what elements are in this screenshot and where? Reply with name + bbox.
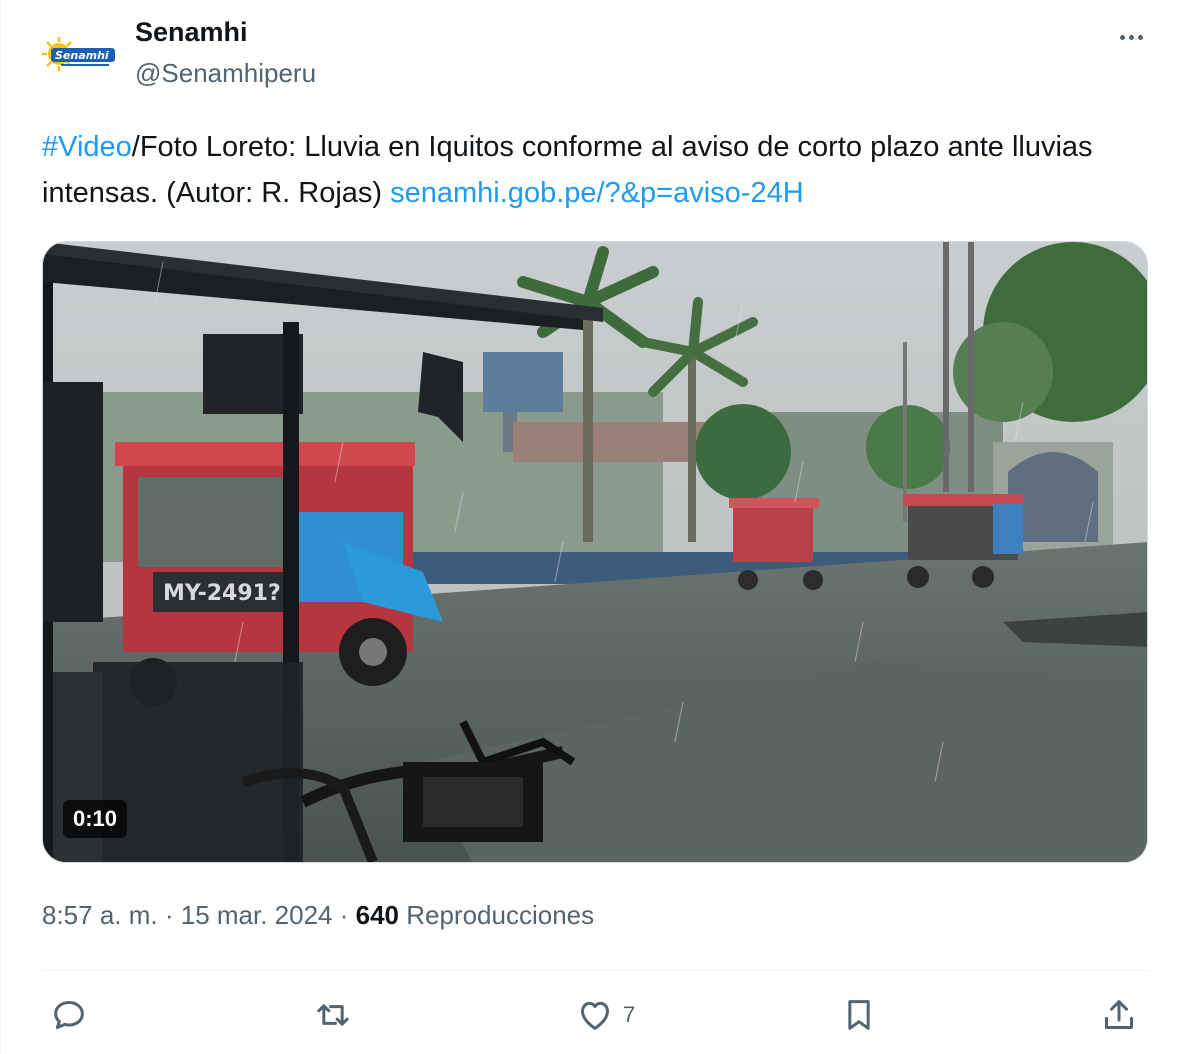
video-player[interactable]: MY-2491? (42, 241, 1148, 863)
video-thumbnail: MY-2491? (43, 242, 1147, 862)
more-dots-icon (1119, 34, 1125, 40)
license-plate: MY-2491? (163, 581, 281, 606)
heart-icon (581, 1001, 609, 1030)
bookmark-button[interactable] (839, 992, 879, 1038)
author-name[interactable]: Senamhi (135, 17, 248, 48)
reply-button[interactable] (49, 992, 89, 1038)
share-button[interactable] (1099, 992, 1139, 1038)
more-dots-icon (1128, 34, 1134, 40)
external-link[interactable]: senamhi.gob.pe/?&p=aviso-24H (390, 177, 804, 209)
avatar[interactable]: Senamhi (41, 34, 117, 78)
like-button[interactable]: 7 (575, 992, 635, 1038)
logo-text: Senamhi (55, 49, 109, 62)
meta-separator: · (157, 900, 181, 930)
views-label: Reproducciones (399, 900, 595, 930)
tweet-text: #Video/Foto Loreto: Lluvia en Iquitos co… (42, 124, 1152, 216)
like-count: 7 (623, 1002, 636, 1027)
views-count: 640 (355, 900, 400, 930)
retweet-icon (317, 1004, 349, 1026)
bookmark-icon (848, 1000, 870, 1030)
retweet-button[interactable] (313, 992, 353, 1038)
hashtag-link[interactable]: #Video (42, 131, 132, 163)
share-icon (1105, 1000, 1133, 1029)
tweet-time[interactable]: 8:57 a. m. (42, 900, 158, 930)
tweet-meta: 8:57 a. m. · 15 mar. 2024 · 640 Reproduc… (42, 900, 594, 931)
video-duration-badge: 0:10 (63, 800, 128, 838)
author-handle[interactable]: @Senamhiperu (135, 58, 316, 89)
meta-separator: · (332, 900, 356, 930)
more-dots-icon (1137, 34, 1143, 40)
tweet-card: Senamhi Senamhi @Senamhiperu #Video/Foto… (0, 0, 1200, 1054)
divider (42, 970, 1148, 971)
tweet-date[interactable]: 15 mar. 2024 (181, 900, 333, 930)
more-options-button[interactable] (1111, 20, 1151, 54)
reply-icon (54, 1001, 84, 1029)
